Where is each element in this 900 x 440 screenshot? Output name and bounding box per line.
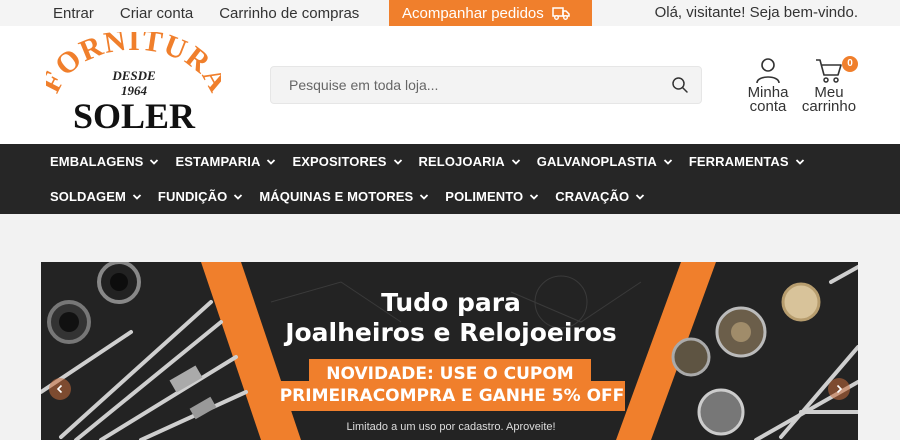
chevron-right-icon — [836, 384, 843, 394]
top-bar: Entrar Criar conta Carrinho de compras A… — [0, 0, 900, 26]
banner-title-line-1: Tudo para — [381, 288, 521, 317]
truck-icon — [552, 7, 570, 20]
my-cart-button[interactable]: 0 Meu carrinho — [798, 56, 860, 114]
chevron-down-icon — [132, 193, 142, 200]
carousel-next-button[interactable] — [828, 378, 850, 400]
nav-label: FERRAMENTAS — [688, 154, 789, 169]
nav-label: POLIMENTO — [445, 189, 524, 204]
banner-title-line-2: Joalheiros e Relojoeiros — [285, 318, 617, 347]
nav-label: EMBALAGENS — [50, 154, 144, 169]
nav-label: MÁQUINAS E MOTORES — [259, 189, 414, 204]
logo-since: DESDE — [111, 68, 156, 83]
nav-item-estamparia[interactable]: ESTAMPARIA — [175, 154, 276, 169]
logo-name: SOLER — [73, 96, 196, 136]
account-label-2: conta — [749, 98, 787, 115]
nav-item-galvanoplastia[interactable]: GALVANOPLASTIA — [537, 154, 673, 169]
chevron-down-icon — [636, 193, 645, 200]
nav-item-ferramentas[interactable]: FERRAMENTAS — [689, 154, 805, 169]
nav-label: SOLDAGEM — [50, 189, 126, 204]
search-input[interactable] — [289, 67, 659, 103]
chevron-down-icon — [150, 158, 159, 165]
nav-item-embalagens[interactable]: EMBALAGENS — [50, 154, 159, 169]
nav-row-1: EMBALAGENS ESTAMPARIA EXPOSITORES RELOJO… — [50, 144, 821, 179]
cart-icon — [816, 59, 842, 83]
chevron-left-icon — [56, 384, 63, 394]
banner-note: Limitado a um uso por cadastro. Aproveit… — [346, 421, 556, 433]
nav-item-relojoaria[interactable]: RELOJOARIA — [419, 154, 521, 169]
category-nav: EMBALAGENS ESTAMPARIA EXPOSITORES RELOJO… — [0, 144, 900, 214]
top-links: Entrar Criar conta Carrinho de compras — [40, 0, 372, 26]
shopping-cart-link[interactable]: Carrinho de compras — [219, 5, 359, 22]
chevron-down-icon — [663, 158, 673, 165]
chevron-down-icon — [511, 158, 520, 165]
nav-label: EXPOSITORES — [292, 154, 387, 169]
chevron-down-icon — [267, 158, 276, 165]
cart-label-2: carrinho — [801, 98, 857, 115]
my-account-button[interactable]: Minha conta — [742, 56, 794, 114]
nav-label: CRAVAÇÃO — [555, 189, 630, 204]
nav-label: ESTAMPARIA — [175, 154, 261, 169]
chevron-down-icon — [795, 158, 804, 165]
nav-label: FUNDIÇÃO — [157, 189, 228, 204]
nav-item-fundicao[interactable]: FUNDIÇÃO — [158, 189, 243, 204]
search-bar — [270, 66, 702, 104]
chevron-down-icon — [530, 193, 539, 200]
chevron-down-icon — [234, 193, 243, 200]
nav-label: RELOJOARIA — [418, 154, 505, 169]
nav-item-expositores[interactable]: EXPOSITORES — [292, 154, 402, 169]
create-account-link[interactable]: Criar conta — [120, 5, 193, 22]
store-logo[interactable]: FORNITURA DESDE 1964 SOLER — [46, 32, 221, 137]
carousel-prev-button[interactable] — [49, 378, 71, 400]
cart-count-badge: 0 — [842, 56, 858, 72]
login-link[interactable]: Entrar — [53, 5, 94, 22]
track-orders-button[interactable]: Acompanhar pedidos — [389, 0, 592, 26]
chevron-down-icon — [420, 193, 429, 200]
user-icon — [756, 58, 780, 84]
nav-item-polimento[interactable]: POLIMENTO — [445, 189, 539, 204]
welcome-message: Olá, visitante! Seja bem-vindo. — [654, 4, 858, 21]
nav-row-2: SOLDAGEM FUNDIÇÃO MÁQUINAS E MOTORES POL… — [50, 179, 661, 214]
nav-item-soldagem[interactable]: SOLDAGEM — [50, 189, 142, 204]
chevron-down-icon — [393, 158, 402, 165]
header: FORNITURA DESDE 1964 SOLER Minha conta 0… — [0, 26, 900, 144]
nav-label: GALVANOPLASTIA — [536, 154, 657, 169]
coupon-line-2: PRIMEIRACOMPRA E GANHE 5% OFF — [279, 381, 625, 411]
hero-banner[interactable]: Tudo para Joalheiros e Relojoeiros NOVID… — [41, 262, 858, 440]
nav-item-cravacao[interactable]: CRAVAÇÃO — [555, 189, 645, 204]
search-icon[interactable] — [671, 76, 689, 94]
track-orders-label: Acompanhar pedidos — [402, 4, 544, 22]
nav-item-maquinas-e-motores[interactable]: MÁQUINAS E MOTORES — [259, 189, 429, 204]
